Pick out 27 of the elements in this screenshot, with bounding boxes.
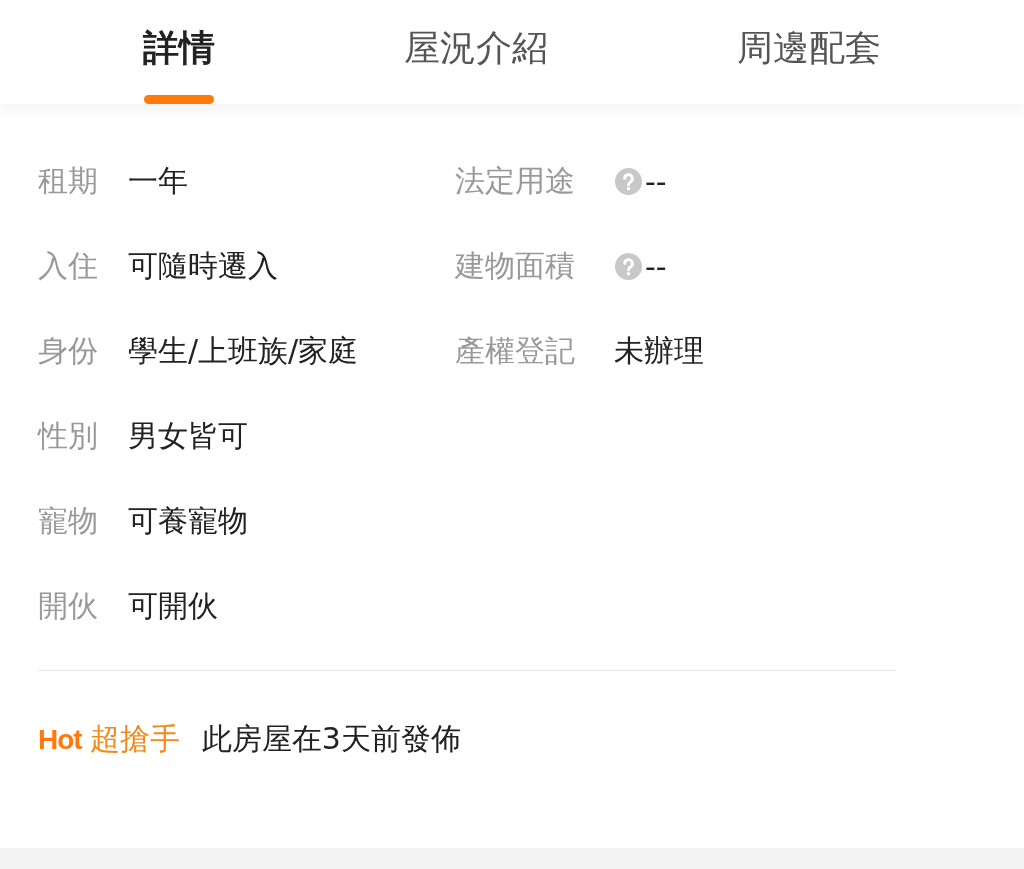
detail-label: 身份: [38, 332, 99, 370]
detail-value: 可隨時遷入: [128, 247, 278, 285]
help-icon[interactable]: [614, 167, 643, 196]
detail-label: 租期: [38, 162, 99, 200]
detail-label: 入住: [38, 247, 99, 285]
detail-value: 男女皆可: [128, 417, 248, 455]
posted-time-text: 此房屋在3天前發佈: [201, 720, 461, 758]
detail-value: 可養寵物: [128, 502, 248, 540]
tab[interactable]: 周邊配套: [727, 0, 892, 104]
detail-label: 法定用途: [455, 162, 576, 200]
popular-tag: 超搶手: [89, 719, 180, 760]
tab[interactable]: 屋況介紹: [394, 0, 558, 104]
detail-label: 開伙: [38, 587, 99, 625]
detail-label: 產權登記: [455, 332, 576, 370]
hot-label: Hot: [38, 723, 82, 756]
detail-value: 可開伙: [128, 587, 218, 625]
detail-value: --: [645, 164, 667, 199]
detail-label: 寵物: [38, 502, 99, 540]
active-tab-indicator: [143, 95, 214, 104]
help-icon[interactable]: [614, 252, 643, 281]
detail-value: --: [645, 249, 667, 284]
detail-label: 性別: [38, 417, 99, 455]
detail-value: 未辦理: [614, 332, 704, 370]
detail-value: 學生/上班族/家庭: [128, 332, 359, 370]
detail-value: 一年: [128, 162, 188, 200]
detail-label: 建物面積: [455, 247, 576, 285]
tab[interactable]: 詳情: [132, 0, 225, 104]
